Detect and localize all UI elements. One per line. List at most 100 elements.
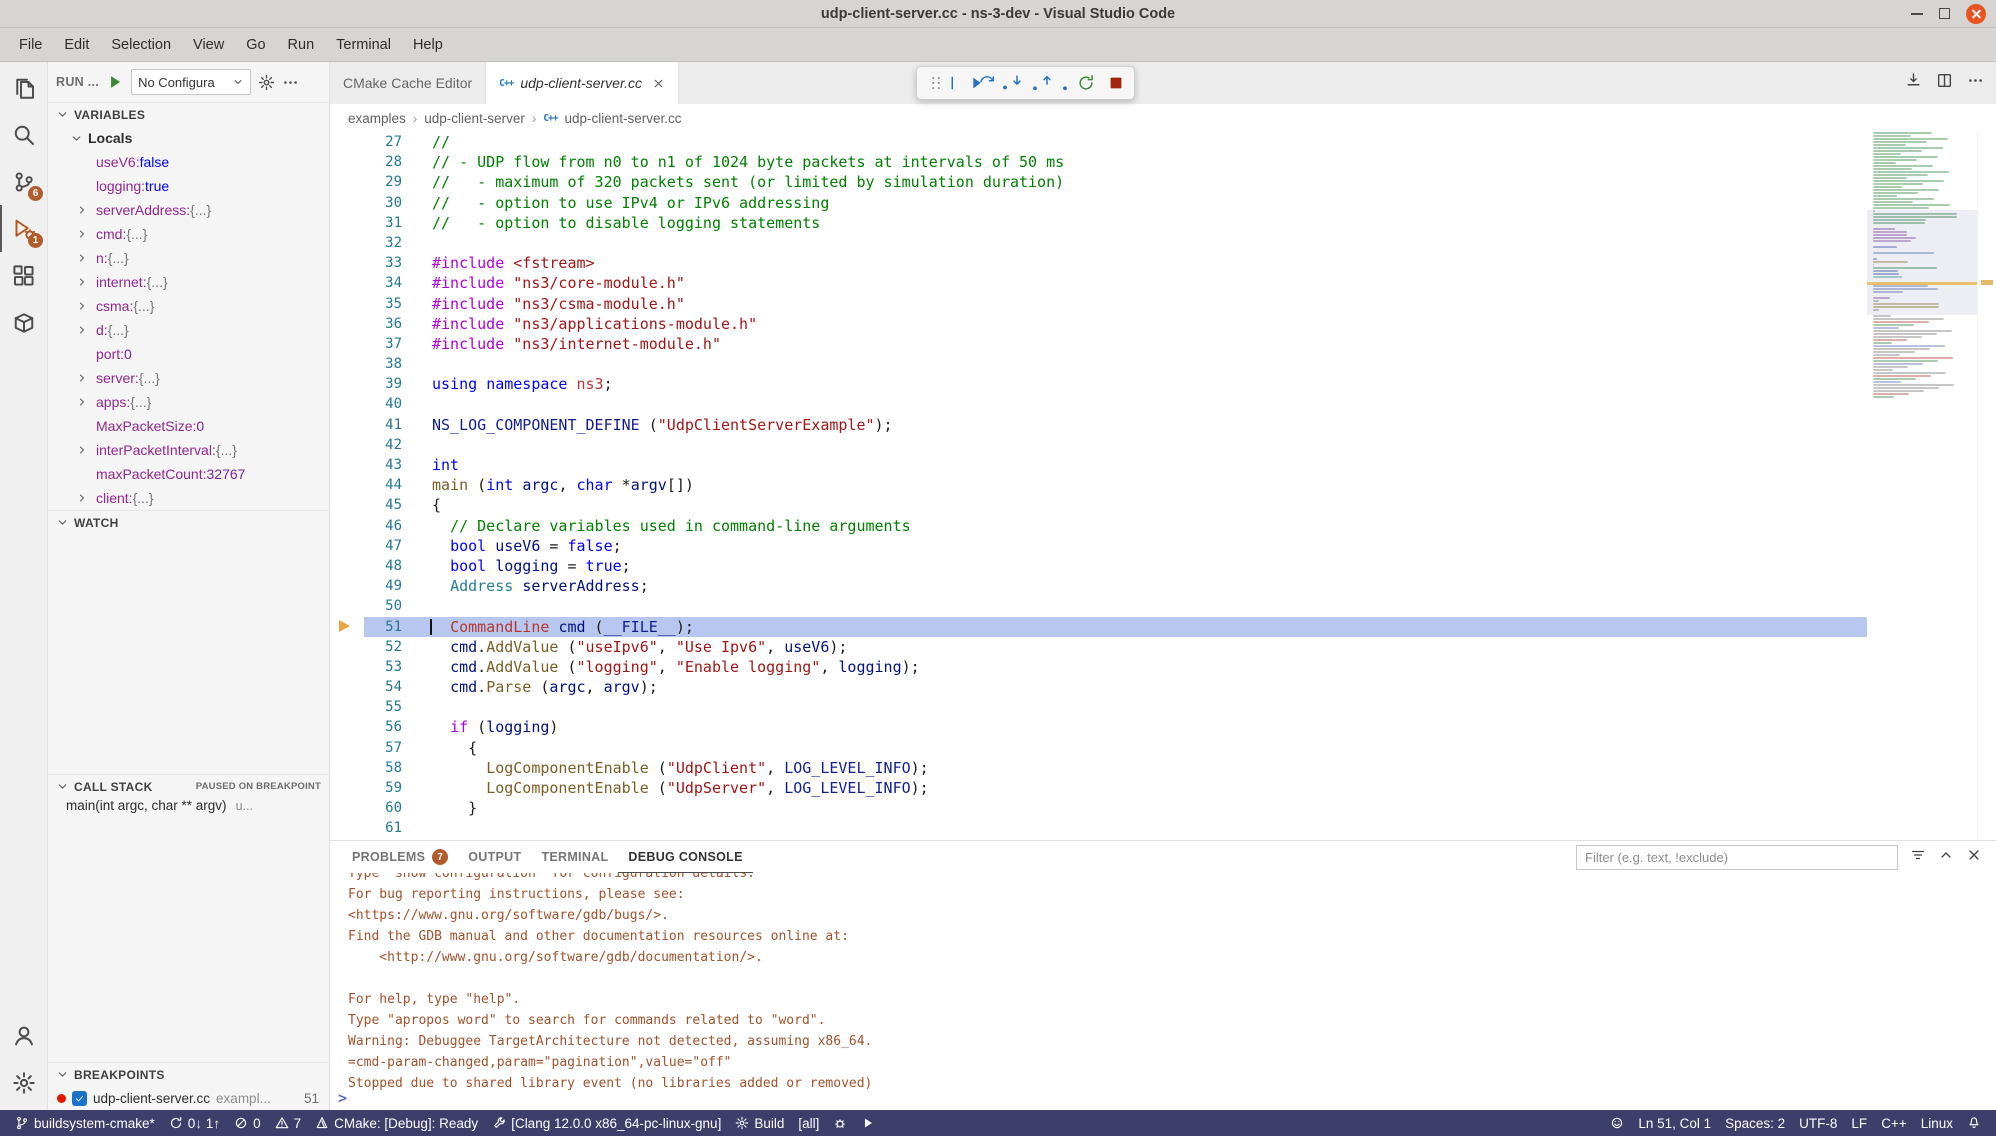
- breadcrumb-item-udp-client-server-cc[interactable]: udp-client-server.cc: [565, 111, 682, 126]
- debug-config-select[interactable]: No Configura: [131, 69, 251, 95]
- code-line-53[interactable]: 53 cmd.AddValue ("logging", "Enable logg…: [330, 657, 1996, 677]
- menu-view[interactable]: View: [182, 32, 235, 58]
- code-line-36[interactable]: 36#include "ns3/applications-module.h": [330, 314, 1996, 334]
- code-editor[interactable]: 27//28// - UDP flow from n0 to n1 of 102…: [330, 132, 1996, 840]
- open-changes-icon[interactable]: [1905, 72, 1922, 94]
- code-line-56[interactable]: 56 if (logging): [330, 717, 1996, 737]
- menu-edit[interactable]: Edit: [53, 32, 100, 58]
- call-stack-section-header[interactable]: CALL STACK PAUSED ON BREAKPOINT: [48, 774, 329, 798]
- breadcrumb-item-examples[interactable]: examples: [348, 111, 406, 126]
- language-status[interactable]: C++: [1874, 1110, 1914, 1136]
- variable-port[interactable]: port: 0: [48, 342, 329, 366]
- warnings-status[interactable]: 7: [268, 1110, 309, 1136]
- debug-step-into-icon[interactable]: [1012, 70, 1039, 97]
- activity-extensions[interactable]: [0, 252, 47, 299]
- sync-status[interactable]: 0↓ 1↑: [162, 1110, 227, 1136]
- close-tab-button[interactable]: [652, 77, 665, 90]
- variable-apps[interactable]: apps: {...}: [48, 390, 329, 414]
- code-line-34[interactable]: 34#include "ns3/core-module.h": [330, 273, 1996, 293]
- panel-tab-output[interactable]: OUTPUT: [458, 841, 531, 873]
- variable-cmd[interactable]: cmd: {...}: [48, 222, 329, 246]
- code-line-41[interactable]: 41NS_LOG_COMPONENT_DEFINE ("UdpClientSer…: [330, 415, 1996, 435]
- close-button[interactable]: [1966, 4, 1986, 24]
- menu-terminal[interactable]: Terminal: [325, 32, 402, 58]
- debug-grip-icon[interactable]: [922, 70, 949, 97]
- git-branch-status[interactable]: buildsystem-cmake*: [8, 1110, 162, 1136]
- variable-n[interactable]: n: {...}: [48, 246, 329, 270]
- code-line-44[interactable]: 44main (int argc, char *argv[]): [330, 475, 1996, 495]
- code-line-47[interactable]: 47 bool useV6 = false;: [330, 536, 1996, 556]
- overview-ruler[interactable]: [1977, 132, 1996, 840]
- code-line-40[interactable]: 40: [330, 394, 1996, 414]
- os-status[interactable]: Linux: [1914, 1110, 1960, 1136]
- minimap-slider[interactable]: [1867, 210, 1977, 315]
- code-line-29[interactable]: 29// - maximum of 320 packets sent (or l…: [330, 172, 1996, 192]
- restore-button[interactable]: [1939, 8, 1950, 19]
- console-filter-input[interactable]: [1576, 845, 1898, 870]
- encoding-status[interactable]: UTF-8: [1792, 1110, 1844, 1136]
- variable-client[interactable]: client: {...}: [48, 486, 329, 510]
- code-line-52[interactable]: 52 cmd.AddValue ("useIpv6", "Use Ipv6", …: [330, 637, 1996, 657]
- menu-help[interactable]: Help: [402, 32, 454, 58]
- variable-logging[interactable]: logging: true: [48, 174, 329, 198]
- activity-source-control[interactable]: 6: [0, 158, 47, 205]
- code-line-61[interactable]: 61: [330, 818, 1996, 838]
- cmake-status[interactable]: CMake: [Debug]: Ready: [308, 1110, 485, 1136]
- code-line-32[interactable]: 32: [330, 233, 1996, 253]
- cmake-target-status[interactable]: [all]: [791, 1110, 826, 1136]
- debug-stop-icon[interactable]: [1102, 70, 1129, 97]
- debug-step-out-icon[interactable]: [1042, 70, 1069, 97]
- breakpoint-item[interactable]: udp-client-server.cc exampl... 51: [48, 1086, 329, 1110]
- code-line-58[interactable]: 58 LogComponentEnable ("UdpClient", LOG_…: [330, 758, 1996, 778]
- debug-restart-icon[interactable]: [1072, 70, 1099, 97]
- filter-options-icon[interactable]: [1910, 847, 1926, 868]
- code-line-27[interactable]: 27//: [330, 132, 1996, 152]
- variables-section-header[interactable]: VARIABLES: [48, 102, 329, 126]
- variable-useV6[interactable]: useV6: false: [48, 150, 329, 174]
- code-line-31[interactable]: 31// - option to disable logging stateme…: [330, 213, 1996, 233]
- activity-accounts[interactable]: [0, 1012, 47, 1059]
- code-line-55[interactable]: 55: [330, 697, 1996, 717]
- eol-status[interactable]: LF: [1844, 1110, 1874, 1136]
- indentation-status[interactable]: Spaces: 2: [1718, 1110, 1792, 1136]
- tab-cmake-cache-editor[interactable]: CMake Cache Editor: [330, 62, 486, 104]
- breakpoints-section-header[interactable]: BREAKPOINTS: [48, 1062, 329, 1086]
- split-editor-icon[interactable]: [1936, 72, 1953, 94]
- variable-d[interactable]: d: {...}: [48, 318, 329, 342]
- menu-file[interactable]: File: [8, 32, 53, 58]
- panel-tab-problems[interactable]: PROBLEMS7: [342, 841, 458, 873]
- code-line-59[interactable]: 59 LogComponentEnable ("UdpServer", LOG_…: [330, 778, 1996, 798]
- variable-csma[interactable]: csma: {...}: [48, 294, 329, 318]
- code-line-39[interactable]: 39using namespace ns3;: [330, 374, 1996, 394]
- activity-explorer[interactable]: [0, 64, 47, 111]
- maximize-panel-icon[interactable]: [1938, 847, 1954, 868]
- close-panel-icon[interactable]: [1966, 847, 1982, 868]
- menu-go[interactable]: Go: [235, 32, 276, 58]
- code-line-37[interactable]: 37#include "ns3/internet-module.h": [330, 334, 1996, 354]
- run-more-actions[interactable]: [282, 74, 299, 91]
- minimap[interactable]: [1867, 132, 1977, 840]
- code-line-49[interactable]: 49 Address serverAddress;: [330, 576, 1996, 596]
- debug-step-over-icon[interactable]: [982, 70, 1009, 97]
- variable-maxPacketCount[interactable]: maxPacketCount: 32767: [48, 462, 329, 486]
- code-line-30[interactable]: 30// - option to use IPv4 or IPv6 addres…: [330, 193, 1996, 213]
- code-line-48[interactable]: 48 bool logging = true;: [330, 556, 1996, 576]
- menu-selection[interactable]: Selection: [100, 32, 182, 58]
- code-line-45[interactable]: 45{: [330, 495, 1996, 515]
- code-line-43[interactable]: 43int: [330, 455, 1996, 475]
- variable-interPacketInterval[interactable]: interPacketInterval: {...}: [48, 438, 329, 462]
- code-line-46[interactable]: 46 // Declare variables used in command-…: [330, 516, 1996, 536]
- code-line-54[interactable]: 54 cmd.Parse (argc, argv);: [330, 677, 1996, 697]
- code-line-42[interactable]: 42: [330, 435, 1996, 455]
- cmake-kit-status[interactable]: [Clang 12.0.0 x86_64-pc-linux-gnu]: [485, 1110, 728, 1136]
- breakpoint-checkbox[interactable]: [72, 1091, 87, 1106]
- debug-continue-icon[interactable]: [952, 70, 979, 97]
- code-line-51[interactable]: 51 CommandLine cmd (__FILE__);: [330, 617, 1996, 637]
- code-line-38[interactable]: 38: [330, 354, 1996, 374]
- scope-locals[interactable]: Locals: [48, 126, 329, 150]
- debug-settings-gear[interactable]: [258, 74, 275, 91]
- minimize-button[interactable]: [1911, 13, 1923, 15]
- activity-search[interactable]: [0, 111, 47, 158]
- feedback-button[interactable]: [1603, 1110, 1631, 1136]
- activity-manage[interactable]: [0, 1059, 47, 1106]
